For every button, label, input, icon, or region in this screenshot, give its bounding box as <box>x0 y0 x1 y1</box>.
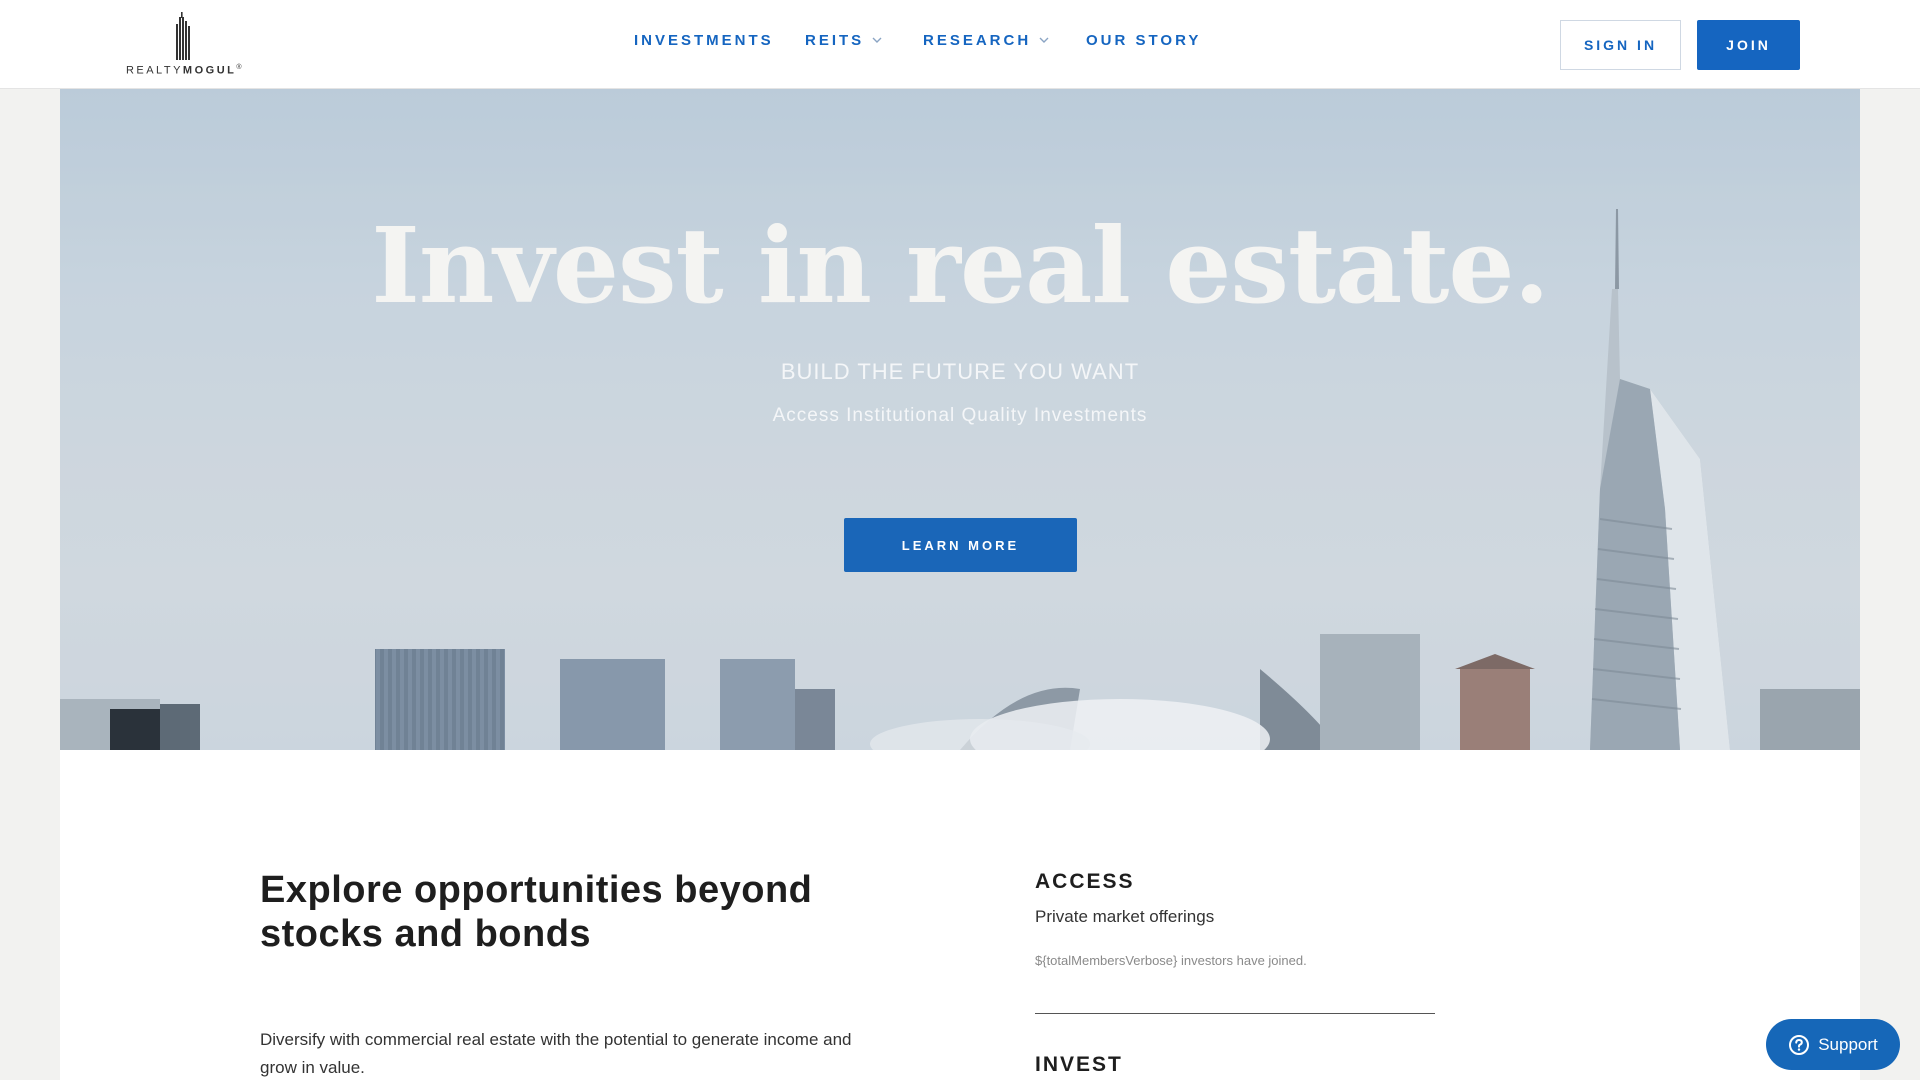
feature-divider <box>1035 1013 1435 1014</box>
learn-more-button[interactable]: LEARN MORE <box>844 518 1077 572</box>
hero-subtitle: BUILD THE FUTURE YOU WANT <box>780 359 1140 384</box>
realtymogul-logo[interactable]: REALTYMOGUL® <box>119 12 251 78</box>
opportunities-section: Explore opportunities beyond stocks and … <box>60 750 1860 1080</box>
nav-item-research[interactable]: RESEARCH <box>923 32 1049 49</box>
logo-suffix: MOGUL <box>182 64 237 77</box>
section-heading: Explore opportunities beyond stocks and … <box>260 869 813 955</box>
nav-item-reits[interactable]: REITS <box>805 32 882 49</box>
nav-item-our-story[interactable]: OUR STORY <box>1086 32 1201 49</box>
nav-item-label: REITS <box>805 32 865 49</box>
chevron-down-icon <box>1039 37 1049 43</box>
logo-prefix: REALTY <box>125 64 183 77</box>
nav-item-label: RESEARCH <box>923 32 1032 49</box>
nav-item-investments[interactable]: INVESTMENTS <box>634 32 774 49</box>
support-button[interactable]: Support <box>1766 1019 1900 1070</box>
hero-title: Invest in real estate. <box>371 204 1550 327</box>
hero-banner: Invest in real estate. BUILD THE FUTURE … <box>60 89 1860 750</box>
sign-in-button[interactable]: SIGN IN <box>1560 20 1681 70</box>
nav-item-label: INVESTMENTS <box>634 32 774 49</box>
feature-title-access: ACCESS <box>1035 870 1135 893</box>
join-button[interactable]: JOIN <box>1697 20 1800 70</box>
logo-registered-mark: ® <box>236 64 245 71</box>
investors-joined-note: ${totalMembersVerbose} investors have jo… <box>1035 953 1307 968</box>
site-header: REALTYMOGUL® INVESTMENTS REITS RESEARCH … <box>0 0 1920 89</box>
question-circle-icon <box>1789 1034 1810 1055</box>
support-label: Support <box>1818 1034 1878 1054</box>
feature-subtitle: Private market offerings <box>1035 907 1215 926</box>
logo-wordmark: REALTYMOGUL® <box>119 64 251 77</box>
feature-title-invest: INVEST <box>1035 1053 1123 1076</box>
section-description: Diversify with commercial real estate wi… <box>260 1030 852 1077</box>
chevron-down-icon <box>872 37 882 43</box>
building-logo-icon <box>176 12 190 60</box>
nav-item-label: OUR STORY <box>1086 32 1202 49</box>
hero-tagline: Access Institutional Quality Investments <box>772 405 1148 426</box>
